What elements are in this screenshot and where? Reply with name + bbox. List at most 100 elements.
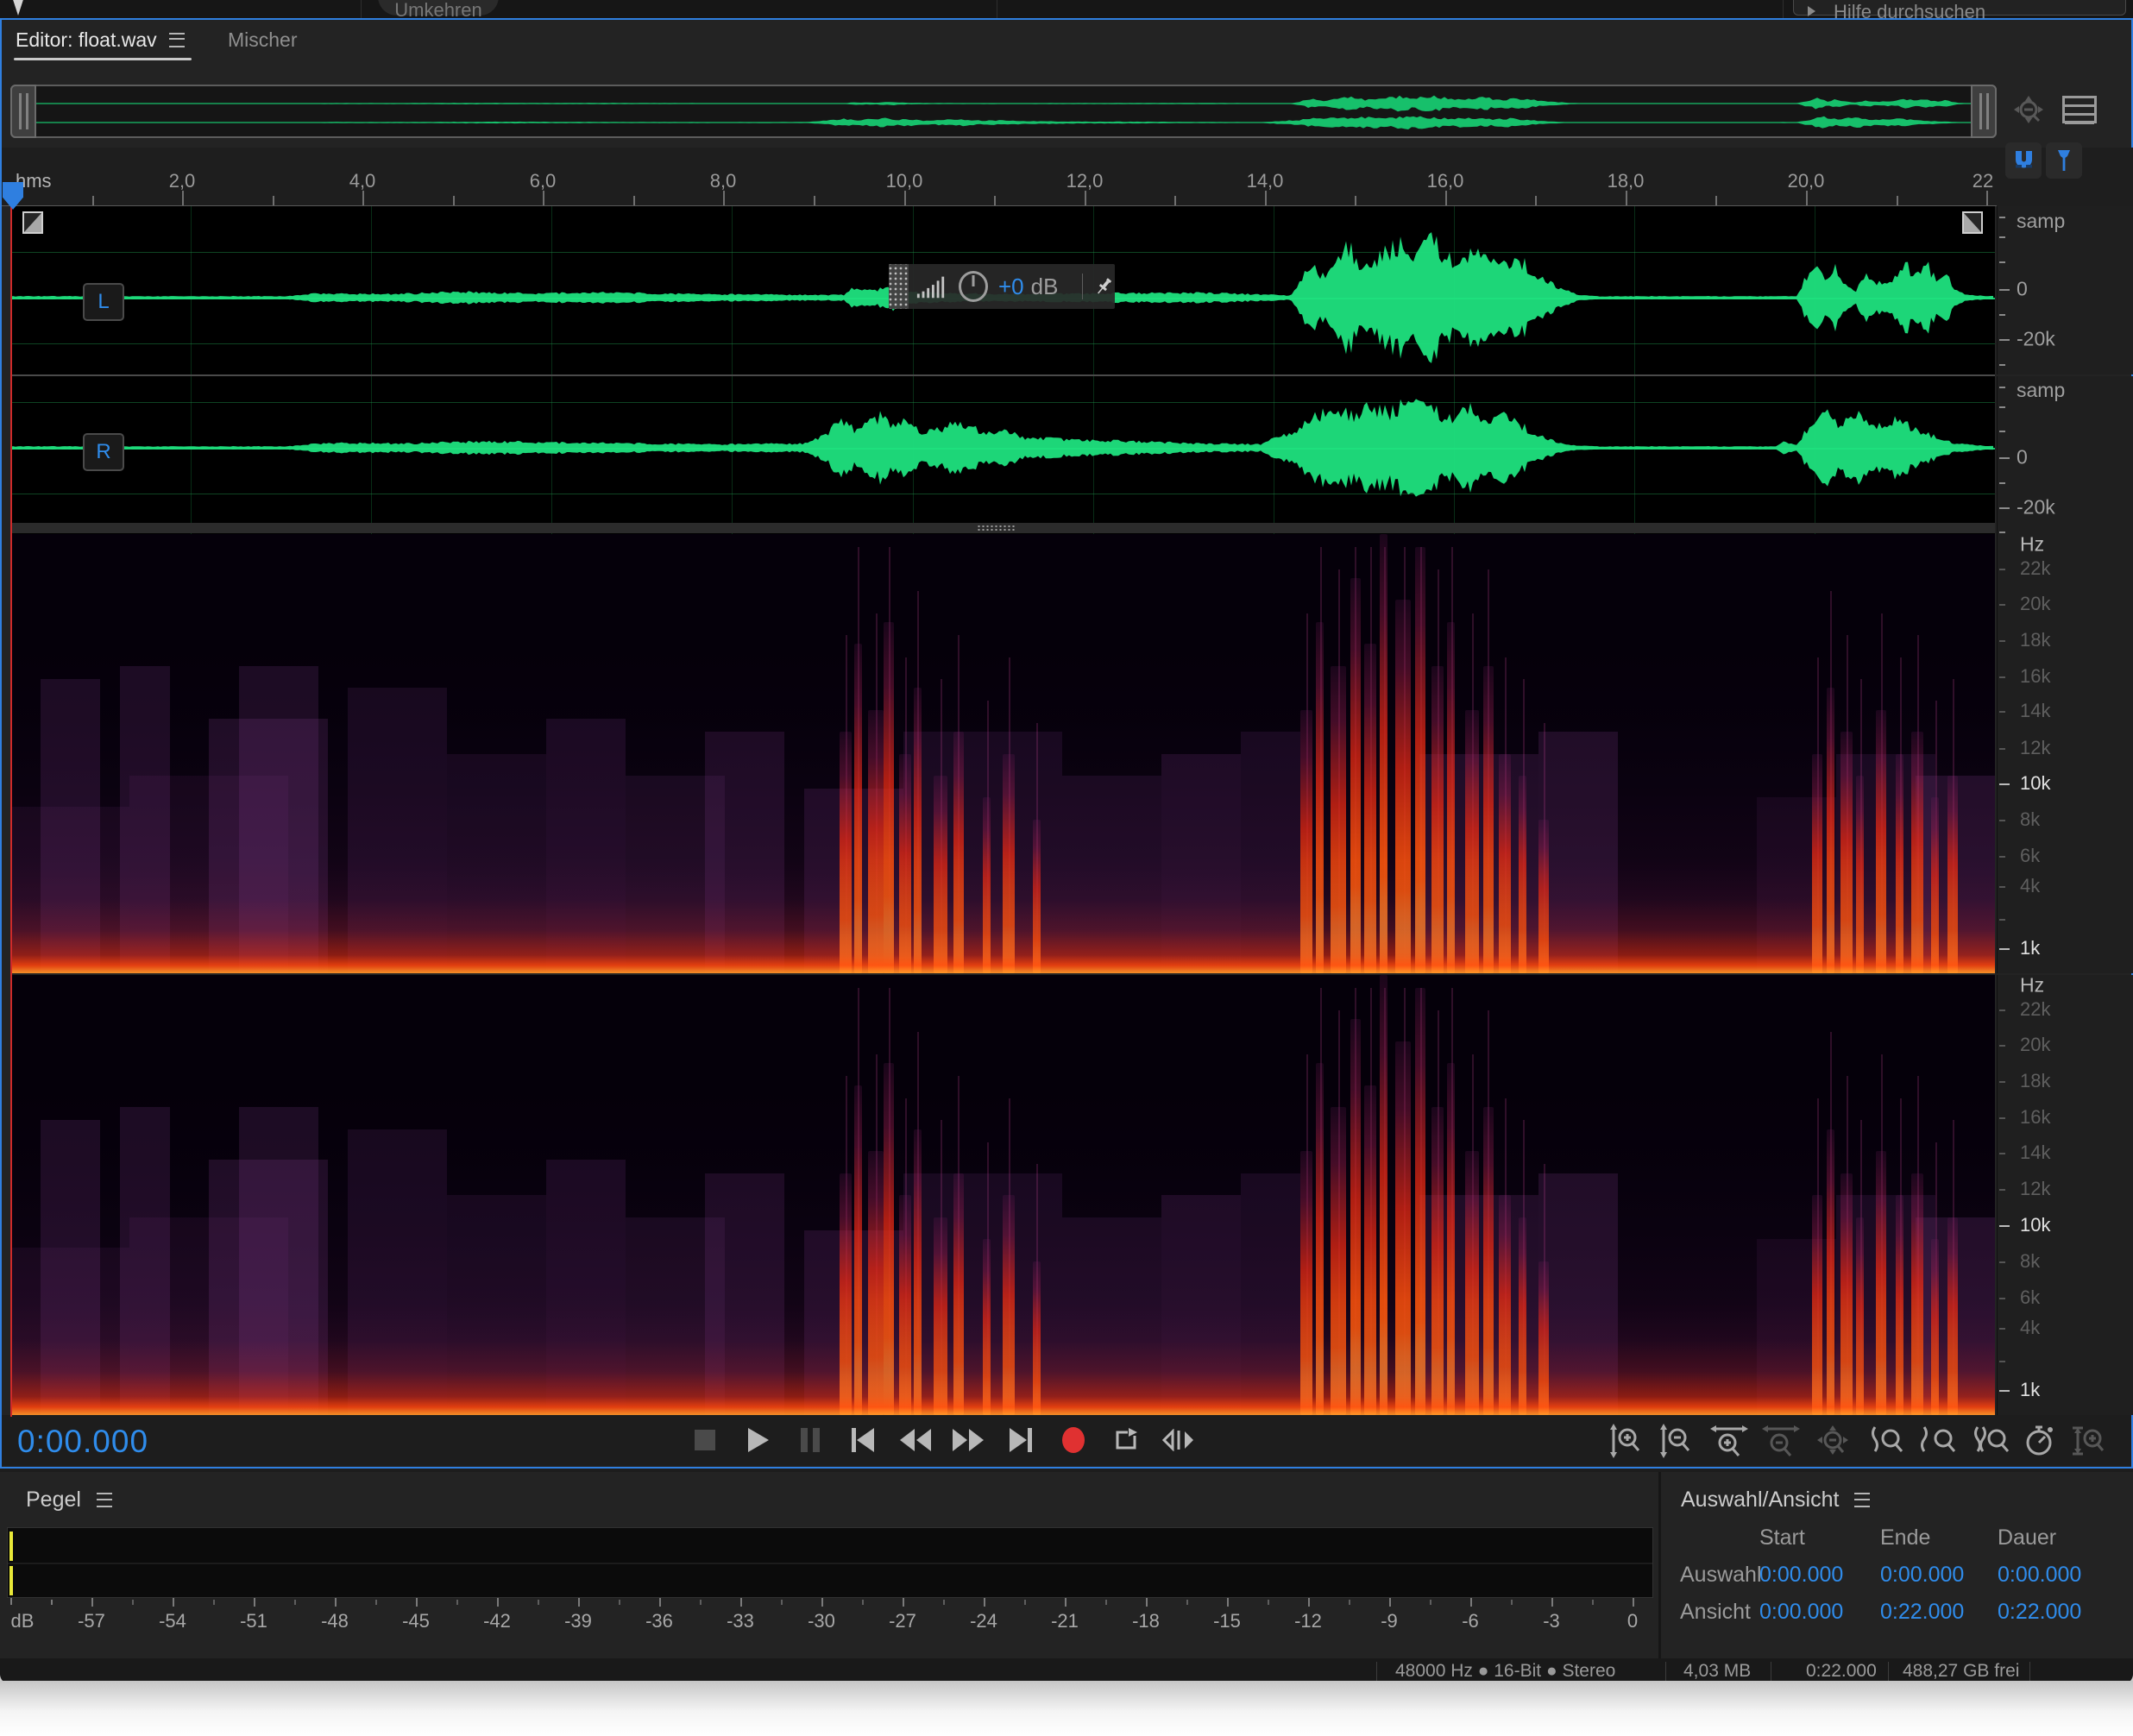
overview-navigator[interactable] bbox=[10, 85, 1997, 138]
tab-editor[interactable]: Editor: float.wav bbox=[16, 25, 185, 54]
selection-table: Start Ende Dauer Auswahl 0:00.000 0:00.0… bbox=[1680, 1525, 2127, 1625]
db-tick-minor bbox=[538, 1600, 539, 1605]
view-duration[interactable]: 0:22.000 bbox=[1998, 1600, 2127, 1625]
fade-out-handle[interactable] bbox=[1962, 211, 1983, 234]
zoom-out-horizontal-button[interactable] bbox=[1759, 1422, 1803, 1460]
playhead-line bbox=[10, 206, 12, 1417]
freq-tick bbox=[1999, 1189, 2005, 1191]
hud-drag-handle[interactable] bbox=[889, 264, 909, 309]
db-label: -57 bbox=[78, 1610, 105, 1632]
zoom-reset-icon[interactable] bbox=[2012, 94, 2047, 129]
selection-start[interactable]: 0:00.000 bbox=[1759, 1563, 1880, 1588]
zoom-out-vertical-button[interactable] bbox=[1653, 1422, 1698, 1460]
toolbar-strip: Umkehren Hilfe durchsuchen bbox=[0, 0, 2133, 18]
freq-label: 10k bbox=[2020, 1214, 2050, 1236]
view-end[interactable]: 0:22.000 bbox=[1880, 1600, 1998, 1625]
pause-button[interactable] bbox=[789, 1420, 832, 1460]
timed-record-button[interactable] bbox=[2017, 1422, 2062, 1460]
channel-badge-left[interactable]: L bbox=[83, 283, 124, 321]
channel-badge-right[interactable]: R bbox=[83, 433, 124, 471]
zoom-to-in-point-button[interactable] bbox=[1865, 1422, 1910, 1460]
navigator-right-handle[interactable] bbox=[1971, 85, 1997, 138]
help-search-input[interactable]: Hilfe durchsuchen bbox=[1793, 0, 2126, 16]
freq-label: 18k bbox=[2020, 629, 2050, 651]
skip-to-end-button[interactable] bbox=[999, 1420, 1042, 1460]
magnet-icon bbox=[2010, 148, 2036, 173]
zoom-to-out-point-button[interactable] bbox=[1917, 1422, 1962, 1460]
channel-divider bbox=[10, 374, 1995, 376]
view-start[interactable]: 0:00.000 bbox=[1759, 1600, 1880, 1625]
freq-tick bbox=[1999, 676, 2005, 678]
db-label: -51 bbox=[240, 1610, 267, 1632]
db-unit-label: dB bbox=[11, 1610, 35, 1632]
pin-hud-icon[interactable] bbox=[1093, 275, 1115, 298]
gain-unit: dB bbox=[1031, 274, 1059, 300]
samp-unit-label: samp bbox=[2017, 379, 2065, 402]
ruler-tick-major bbox=[1986, 191, 1988, 206]
rewind-button[interactable] bbox=[894, 1420, 937, 1460]
gain-value[interactable]: +0 bbox=[998, 274, 1024, 300]
freq-label: 4k bbox=[2020, 875, 2040, 897]
ruler-tick-major bbox=[182, 191, 184, 206]
frequency-scale-left[interactable]: Hz22k20k18k16k14k12k10k8k6k4k1k bbox=[1997, 534, 2133, 973]
db-label: -15 bbox=[1213, 1610, 1241, 1632]
waveform-display[interactable]: +0 dB bbox=[10, 206, 1995, 542]
db-label: -18 bbox=[1132, 1610, 1160, 1632]
skip-selection-button[interactable] bbox=[1157, 1420, 1200, 1460]
spectrogram-right[interactable] bbox=[10, 975, 1995, 1415]
amplitude-scale-right[interactable]: samp0-20k bbox=[1997, 376, 2133, 542]
navigator-left-handle[interactable] bbox=[10, 85, 36, 138]
navigator-waveform bbox=[12, 86, 1995, 136]
wave-spectral-splitter[interactable] bbox=[10, 523, 1995, 533]
status-duration: 0:22.000 bbox=[1806, 1661, 1877, 1682]
spectral-low-band bbox=[10, 1300, 1995, 1415]
zoom-to-selection-button[interactable] bbox=[1968, 1422, 2013, 1460]
time-display[interactable]: 0:00.000 bbox=[17, 1424, 148, 1460]
freq-tick bbox=[1999, 919, 2005, 921]
zoom-in-vertical-button[interactable] bbox=[1603, 1422, 1648, 1460]
search-icon bbox=[1808, 6, 1815, 16]
ruler-tick-major bbox=[1806, 191, 1808, 206]
samp-tick bbox=[1999, 261, 2005, 263]
tab-mixer[interactable]: Mischer bbox=[228, 25, 298, 54]
gain-knob[interactable] bbox=[959, 271, 988, 302]
db-tick-major bbox=[659, 1598, 661, 1607]
zoom-in-horizontal-button[interactable] bbox=[1707, 1422, 1752, 1460]
editor-view-options-icon[interactable] bbox=[2062, 96, 2097, 123]
selection-duration[interactable]: 0:00.000 bbox=[1998, 1563, 2127, 1588]
zoom-full-button[interactable] bbox=[1810, 1422, 1855, 1460]
fast-forward-button[interactable] bbox=[947, 1420, 990, 1460]
samp-tick bbox=[1999, 314, 2005, 316]
freq-tick bbox=[1999, 1010, 2005, 1011]
loop-playback-button[interactable] bbox=[1104, 1420, 1148, 1460]
samp-tick bbox=[1999, 364, 2005, 366]
spectrogram-left[interactable] bbox=[10, 534, 1995, 973]
snap-toggle-button[interactable] bbox=[2005, 142, 2042, 179]
splitter-grip[interactable] bbox=[977, 525, 1016, 531]
status-format: 48000 Hz ● 16-Bit ● Stereo bbox=[1395, 1661, 1615, 1682]
panel-menu-icon[interactable] bbox=[1854, 1493, 1870, 1507]
zoom-vertical-scale-button[interactable] bbox=[2066, 1422, 2111, 1460]
play-button[interactable] bbox=[736, 1420, 779, 1460]
db-tick-minor bbox=[1430, 1600, 1431, 1605]
selection-end[interactable]: 0:00.000 bbox=[1880, 1563, 1998, 1588]
skip-to-start-button[interactable] bbox=[841, 1420, 884, 1460]
db-label: -36 bbox=[645, 1610, 673, 1632]
db-tick-major bbox=[1551, 1598, 1553, 1607]
record-button[interactable] bbox=[1052, 1420, 1095, 1460]
samp-tick bbox=[1999, 339, 2010, 341]
ruler-time-label: 14,0 bbox=[1247, 170, 1284, 192]
level-meter[interactable] bbox=[7, 1527, 1653, 1598]
freq-label: 20k bbox=[2020, 593, 2050, 615]
fade-in-handle[interactable] bbox=[22, 211, 43, 234]
panel-menu-icon[interactable] bbox=[97, 1493, 112, 1507]
stop-button[interactable] bbox=[683, 1420, 727, 1460]
panel-menu-icon[interactable] bbox=[169, 33, 185, 47]
frequency-scale-right[interactable]: Hz22k20k18k16k14k12k10k8k6k4k1k bbox=[1997, 975, 2133, 1415]
volume-hud[interactable]: +0 dB bbox=[889, 264, 1115, 309]
invert-button[interactable]: Umkehren bbox=[378, 0, 499, 16]
db-tick-major bbox=[254, 1598, 255, 1607]
amplitude-scale-left[interactable]: samp0-20k bbox=[1997, 206, 2133, 374]
marker-button[interactable] bbox=[2046, 142, 2082, 179]
timeline-ruler[interactable]: hms 2,04,06,08,010,012,014,016,018,020,0… bbox=[2, 148, 2133, 206]
